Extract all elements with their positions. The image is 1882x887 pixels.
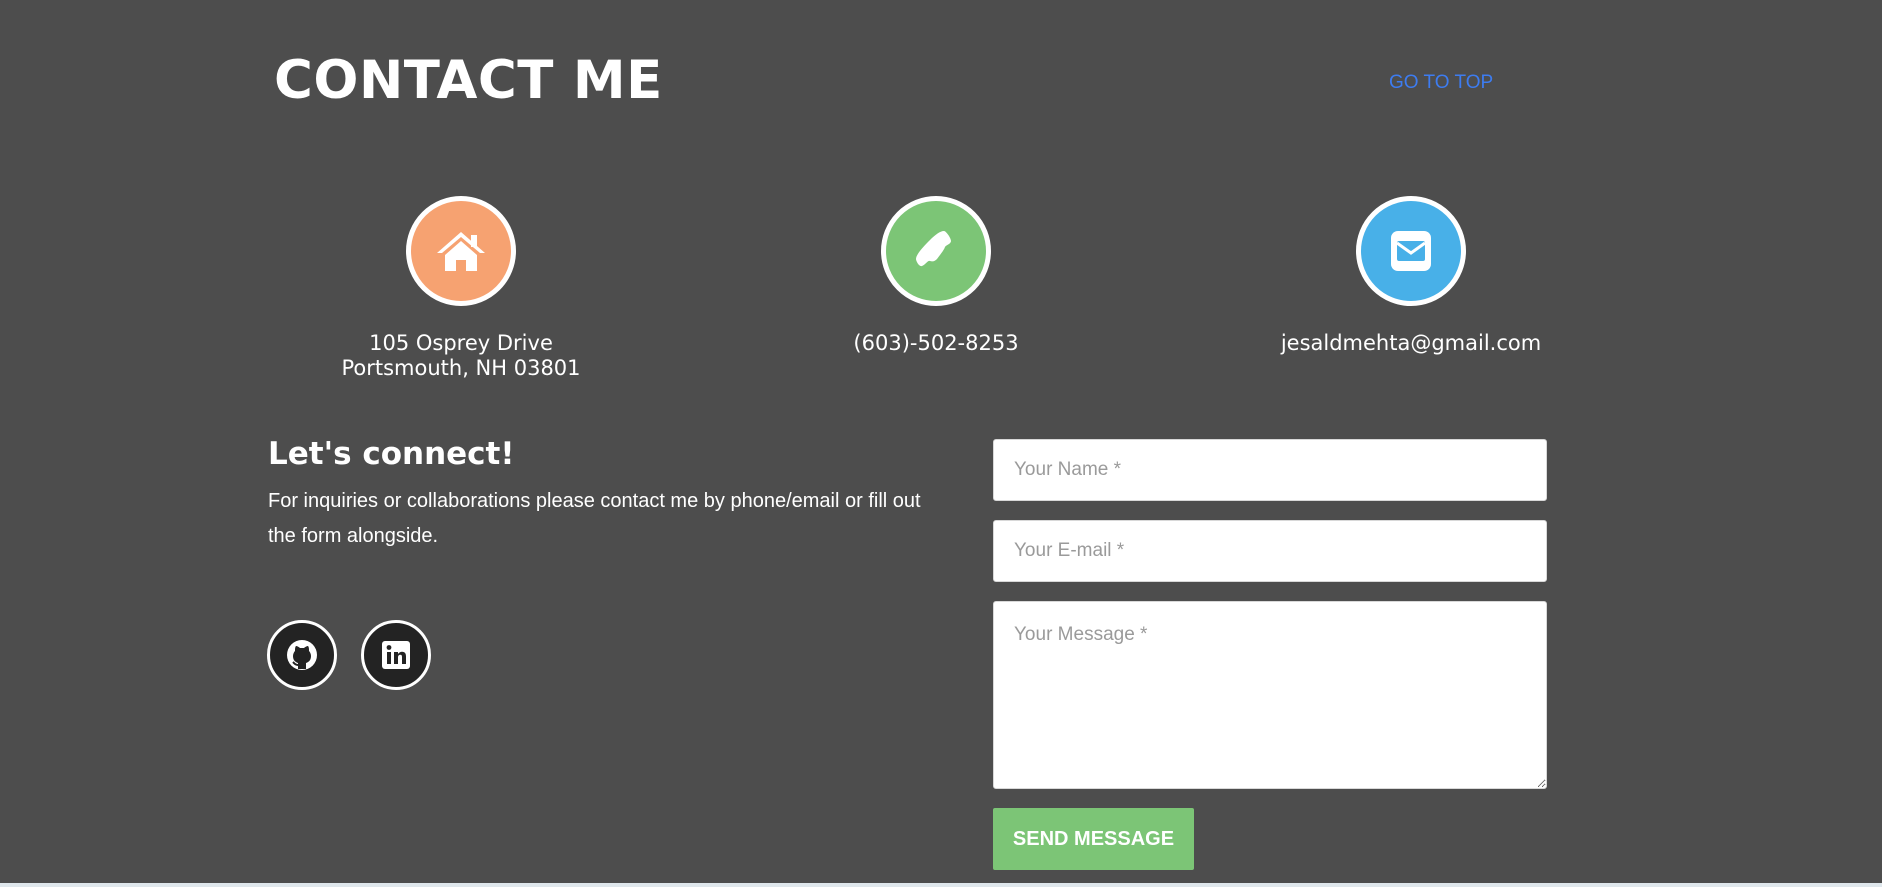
github-button[interactable] [267, 620, 337, 690]
send-message-button[interactable]: SEND MESSAGE [993, 808, 1194, 870]
connect-heading: Let's connect! [268, 436, 515, 472]
bottom-divider [0, 883, 1882, 887]
phone-icon [881, 196, 991, 306]
home-icon [406, 196, 516, 306]
address-text: 105 Osprey Drive Portsmouth, NH 03801 [301, 331, 621, 381]
page-title: CONTACT ME [274, 50, 663, 111]
envelope-icon [1356, 196, 1466, 306]
address-block: 105 Osprey Drive Portsmouth, NH 03801 [301, 196, 621, 381]
email-block: jesaldmehta@gmail.com [1251, 196, 1571, 356]
message-textarea[interactable] [993, 601, 1547, 789]
phone-block: (603)-502-8253 [776, 196, 1096, 356]
name-input[interactable] [993, 439, 1547, 501]
address-line1: 105 Osprey Drive [369, 331, 553, 355]
email-text: jesaldmehta@gmail.com [1280, 331, 1542, 355]
connect-description: For inquiries or collaborations please c… [268, 490, 921, 547]
linkedin-button[interactable] [361, 620, 431, 690]
phone-text: (603)-502-8253 [853, 331, 1019, 355]
email-input[interactable] [993, 520, 1547, 582]
address-line2: Portsmouth, NH 03801 [341, 356, 581, 380]
go-to-top-link[interactable]: GO TO TOP [1389, 72, 1493, 94]
linkedin-icon [382, 641, 410, 669]
github-icon [287, 640, 317, 670]
